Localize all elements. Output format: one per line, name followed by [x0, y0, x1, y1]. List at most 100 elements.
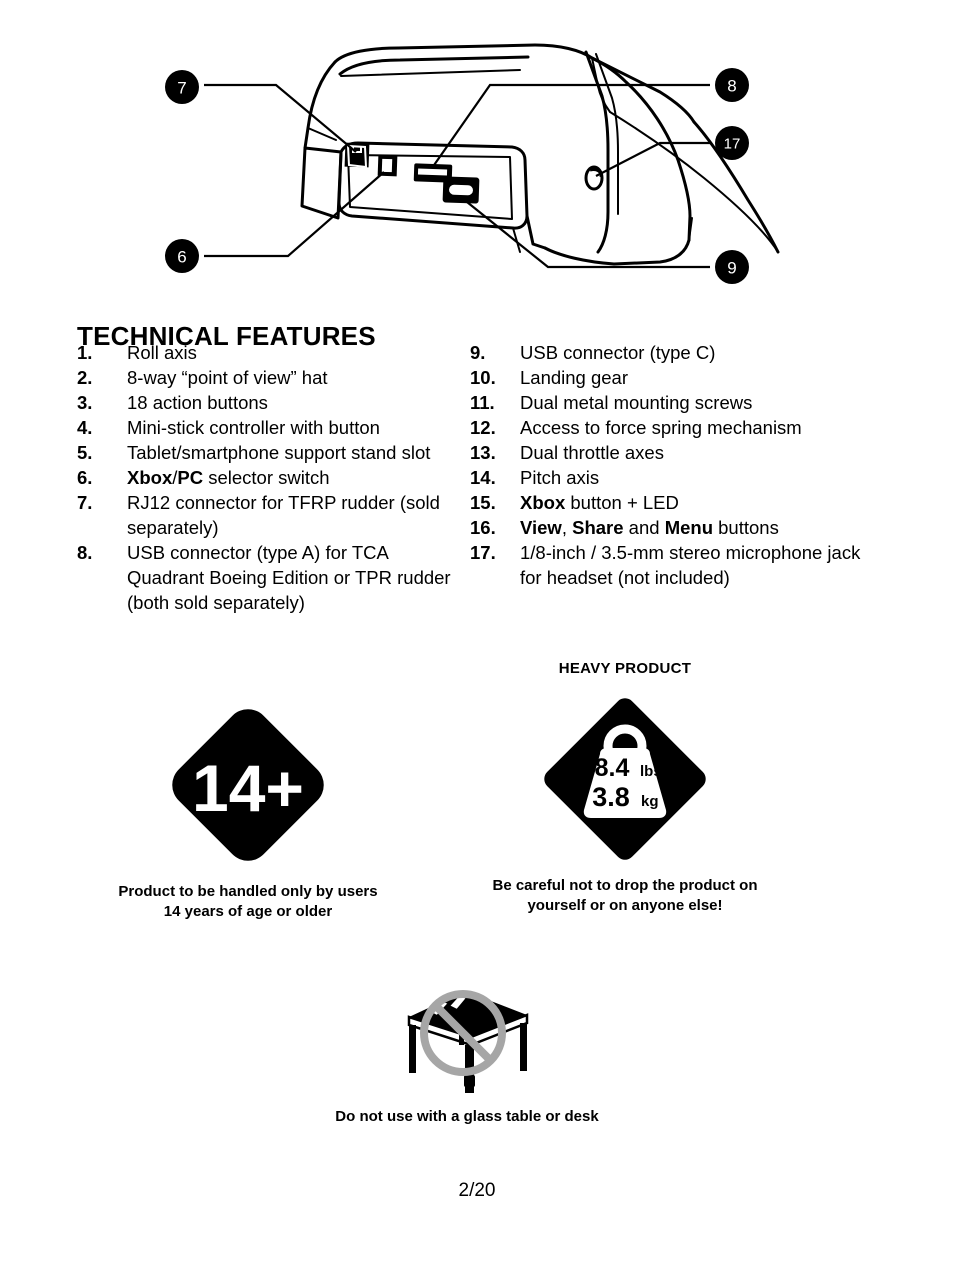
product-diagram-svg: 7 6 8 17 9	[165, 43, 780, 284]
heavy-caption-line-2: yourself or on anyone else!	[527, 897, 723, 914]
feature-number: 17.	[470, 542, 496, 563]
feature-label: 1/8-inch / 3.5-mm stereo microphone jack…	[520, 542, 861, 588]
age-rating-value: 14+	[192, 751, 304, 825]
warning-badges-row: 14+ Product to be handled only by users …	[0, 660, 954, 960]
callout-bubble-9: 9	[715, 250, 749, 284]
callout-label-6: 6	[177, 248, 186, 267]
feature-item-12: 12. Access to force spring mechanism	[470, 415, 870, 440]
feature-label: Mini-stick controller with button	[127, 417, 380, 438]
feature-number: 12.	[470, 417, 496, 438]
feature-item-4: 4. Mini-stick controller with button	[77, 415, 457, 440]
age-rating-badge-block: 14+ Product to be handled only by users …	[78, 700, 418, 922]
heavy-product-badge-block: HEAVY PRODUCT 8.4 lbs 3.8 kg Be careful …	[455, 660, 795, 916]
weight-lbs-unit: lbs	[640, 763, 662, 780]
feature-item-14: 14. Pitch axis	[470, 465, 870, 490]
feature-label: Dual metal mounting screws	[520, 392, 753, 413]
feature-label: Landing gear	[520, 367, 629, 388]
feature-number: 8.	[77, 542, 93, 563]
callout-leader-lines	[204, 83, 710, 269]
feature-number: 15.	[470, 492, 496, 513]
feature-item-9: 9. USB connector (type C)	[470, 340, 870, 365]
callout-bubble-7: 7	[165, 70, 199, 104]
heavy-caption-line-1: Be careful not to drop the product on	[492, 877, 758, 894]
feature-label: Xbox button + LED	[520, 492, 679, 513]
technical-features-left-column: 1. Roll axis 2. 8-way “point of view” ha…	[77, 340, 457, 615]
feature-number: 3.	[77, 392, 93, 413]
feature-label: 18 action buttons	[127, 392, 268, 413]
feature-number: 13.	[470, 442, 496, 463]
feature-item-17: 17. 1/8-inch / 3.5-mm stereo microphone …	[470, 540, 870, 590]
callout-bubble-6: 6	[165, 239, 199, 273]
feature-item-3: 3. 18 action buttons	[77, 390, 457, 415]
table-leg-right	[520, 1023, 527, 1071]
feature-number: 9.	[470, 342, 486, 363]
leader-line-17	[595, 141, 710, 177]
feature-label: 8-way “point of view” hat	[127, 367, 328, 388]
feature-item-8: 8. USB connector (type A) for TCA Quadra…	[77, 540, 457, 615]
heavy-weight-diamond-icon: 8.4 lbs 3.8 kg	[455, 694, 795, 864]
headset-jack-icon	[584, 165, 604, 191]
usb-type-c-port-icon	[442, 176, 480, 204]
feature-number: 10.	[470, 367, 496, 388]
page-number: 2/20	[458, 1180, 496, 1201]
callout-label-9: 9	[727, 259, 736, 278]
weight-kg-value: 3.8	[592, 782, 630, 812]
feature-item-6: 6. Xbox/PC selector switch	[77, 465, 457, 490]
feature-label: USB connector (type C)	[520, 342, 716, 363]
age-caption-line-1: Product to be handled only by users	[118, 883, 378, 900]
weight-lbs-value: 8.4	[595, 754, 630, 782]
age-rating-14-plus-diamond-icon: 14+	[78, 700, 418, 870]
feature-item-16: 16. View, Share and Menu buttons	[470, 515, 870, 540]
no-glass-table-svg	[407, 990, 529, 1093]
feature-item-1: 1. Roll axis	[77, 340, 457, 365]
feature-item-7: 7. RJ12 connector for TFRP rudder (sold …	[77, 490, 457, 540]
callout-bubbles: 7 6 8 17 9	[165, 68, 749, 284]
feature-number: 2.	[77, 367, 93, 388]
feature-item-15: 15. Xbox button + LED	[470, 490, 870, 515]
table-foot	[464, 1075, 475, 1087]
feature-item-2: 2. 8-way “point of view” hat	[77, 365, 457, 390]
leader-line-9	[461, 197, 710, 269]
age-caption-line-2: 14 years of age or older	[163, 903, 333, 920]
no-glass-table-prohibition-icon	[307, 975, 627, 1095]
feature-label: RJ12 connector for TFRP rudder (sold sep…	[127, 492, 440, 538]
weight-kg-unit: kg	[641, 793, 659, 810]
feature-item-13: 13. Dual throttle axes	[470, 440, 870, 465]
table-leg-front-left	[409, 1025, 416, 1073]
heavy-product-title: HEAVY PRODUCT	[558, 660, 692, 677]
yoke-body-outline	[300, 43, 780, 266]
feature-item-11: 11. Dual metal mounting screws	[470, 390, 870, 415]
feature-item-5: 5. Tablet/smartphone support stand slot	[77, 440, 457, 465]
callout-label-8: 8	[727, 77, 736, 96]
feature-label: Dual throttle axes	[520, 442, 664, 463]
age-rating-caption: Product to be handled only by users 14 y…	[78, 882, 418, 922]
feature-item-10: 10. Landing gear	[470, 365, 870, 390]
callout-bubble-8: 8	[715, 68, 749, 102]
callout-label-17: 17	[724, 136, 741, 153]
feature-number: 11.	[470, 392, 495, 413]
feature-label: Pitch axis	[520, 467, 600, 488]
feature-label: Roll axis	[127, 342, 197, 363]
heavy-weight-diamond-svg: 8.4 lbs 3.8 kg	[544, 698, 706, 860]
callout-label-7: 7	[177, 79, 186, 98]
feature-label: USB connector (type A) for TCA Quadrant …	[127, 542, 451, 613]
feature-number: 1.	[77, 342, 93, 363]
selector-switch-icon	[377, 155, 398, 177]
technical-features-right-column: 9. USB connector (type C) 10. Landing ge…	[470, 340, 870, 590]
age-rating-diamond-svg: 14+	[172, 709, 324, 861]
callout-bubble-17: 17	[715, 126, 749, 160]
feature-number: 4.	[77, 417, 93, 438]
leader-line-6	[204, 171, 385, 258]
feature-label: View, Share and Menu buttons	[520, 517, 779, 538]
feature-number: 7.	[77, 492, 93, 513]
feature-number: 5.	[77, 442, 93, 463]
feature-number: 16.	[470, 517, 496, 538]
glass-table-warning-block: Do not use with a glass table or desk	[307, 975, 627, 1127]
feature-label: Access to force spring mechanism	[520, 417, 802, 438]
feature-label: Tablet/smartphone support stand slot	[127, 442, 431, 463]
glass-table-caption: Do not use with a glass table or desk	[335, 1108, 599, 1125]
feature-label: Xbox/PC selector switch	[127, 467, 330, 488]
product-diagram: 7 6 8 17 9	[0, 0, 954, 300]
feature-number: 6.	[77, 467, 93, 488]
heavy-product-caption: Be careful not to drop the product on yo…	[455, 876, 795, 916]
